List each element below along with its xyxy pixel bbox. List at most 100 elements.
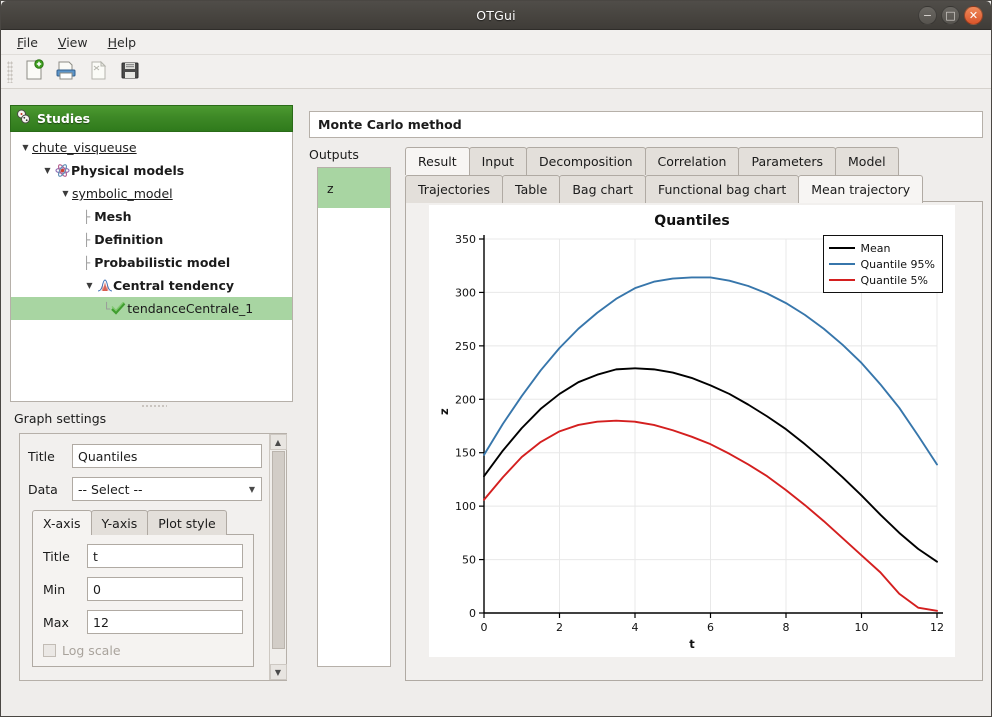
legend-entry-mean: Mean (829, 240, 935, 256)
tree-item-chute-visqueuse[interactable]: ▼ chute_visqueuse (11, 136, 292, 159)
tree-item-tendance-centrale-1[interactable]: └ tendanceCentrale_1 (11, 297, 292, 320)
branch-guide-icon: └ (103, 302, 110, 316)
axis-max-input[interactable]: 12 (87, 610, 243, 634)
tree-label-central-tendency: Central tendency (113, 278, 234, 293)
menu-bar: File View Help (1, 30, 991, 55)
tree-label-symbolic-model: symbolic_model (72, 186, 173, 201)
axis-min-label: Min (43, 582, 87, 597)
svg-text:200: 200 (455, 393, 476, 406)
tree-item-physical-models[interactable]: ▼ Physical models (11, 159, 292, 182)
chevron-down-icon: ▼ (249, 485, 255, 494)
graph-settings-scrollbar[interactable]: ▲ ▼ (269, 434, 286, 680)
tree-item-central-tendency[interactable]: ▼ Central tendency (11, 274, 292, 297)
chevron-down-icon[interactable]: ▼ (83, 281, 96, 290)
legend-label-quantile5: Quantile 5% (861, 274, 928, 287)
tab-y-axis[interactable]: Y-axis (91, 510, 149, 535)
minimize-button[interactable]: − (918, 6, 937, 25)
legend-swatch-mean (829, 247, 855, 250)
chart-legend: Mean Quantile 95% Quantile 5% (823, 235, 943, 293)
tree-item-definition[interactable]: ├ Definition (11, 228, 292, 251)
tree-label-mesh: Mesh (94, 209, 131, 224)
tab-model[interactable]: Model (835, 147, 899, 175)
tree-item-probabilistic-model[interactable]: ├ Probabilistic model (11, 251, 292, 274)
tab-plot-style[interactable]: Plot style (147, 510, 227, 535)
svg-text:4: 4 (632, 621, 639, 634)
scroll-up-icon[interactable]: ▲ (270, 434, 287, 450)
outputs-list[interactable]: z (317, 167, 391, 667)
tab-parameters[interactable]: Parameters (738, 147, 836, 175)
splitter-handle[interactable] (141, 404, 167, 409)
title-bar: OTGui − □ ✕ (1, 1, 991, 30)
open-study-button[interactable] (51, 58, 81, 86)
tree-label-definition: Definition (94, 232, 163, 247)
tab-decomposition[interactable]: Decomposition (526, 147, 646, 175)
svg-text:350: 350 (455, 233, 476, 246)
tab-functional-bag-chart[interactable]: Functional bag chart (645, 175, 799, 203)
svg-text:2: 2 (556, 621, 563, 634)
svg-text:0: 0 (481, 621, 488, 634)
new-study-icon (24, 59, 44, 84)
plot-canvas[interactable]: Quantiles z t 05010015020025030035002468… (429, 205, 955, 657)
graph-data-select[interactable]: -- Select -- ▼ (72, 477, 262, 501)
window-title: OTGui (476, 8, 516, 23)
chevron-down-icon[interactable]: ▼ (19, 143, 32, 152)
legend-label-quantile95: Quantile 95% (861, 258, 935, 271)
tree-item-mesh[interactable]: ├ Mesh (11, 205, 292, 228)
tree-item-symbolic-model[interactable]: ▼ symbolic_model (11, 182, 292, 205)
menu-view-rest: iew (66, 35, 87, 50)
atom-icon (54, 163, 71, 178)
menu-item-file[interactable]: File (9, 32, 46, 53)
svg-text:0: 0 (469, 607, 476, 620)
import-icon (88, 59, 108, 84)
tab-bag-chart[interactable]: Bag chart (559, 175, 646, 203)
application-window: OTGui − □ ✕ File View Help (0, 0, 992, 717)
graph-title-row: Title Quantiles (28, 444, 262, 468)
log-scale-row[interactable]: Log scale (43, 643, 243, 658)
import-button[interactable] (83, 58, 113, 86)
list-item[interactable]: z (318, 168, 390, 208)
tab-input[interactable]: Input (469, 147, 527, 175)
axis-title-label: Title (43, 549, 87, 564)
plot-pane: Quantiles z t 05010015020025030035002468… (405, 201, 983, 681)
close-button[interactable]: ✕ (964, 6, 983, 25)
toolbar-grip[interactable] (7, 61, 13, 83)
graph-title-input[interactable]: Quantiles (72, 444, 262, 468)
svg-text:50: 50 (462, 554, 476, 567)
tab-correlation[interactable]: Correlation (645, 147, 740, 175)
svg-text:8: 8 (783, 621, 790, 634)
log-scale-checkbox[interactable] (43, 644, 56, 657)
tree-label-study: chute_visqueuse (32, 140, 137, 155)
scroll-down-icon[interactable]: ▼ (270, 664, 287, 680)
outputs-label: Outputs (309, 147, 359, 162)
axis-title-input[interactable]: t (87, 544, 243, 568)
tab-mean-trajectory[interactable]: Mean trajectory (798, 175, 923, 203)
legend-entry-quantile5: Quantile 5% (829, 272, 935, 288)
branch-guide-icon: ├ (83, 233, 90, 247)
svg-text:12: 12 (930, 621, 944, 634)
axis-tabs: X-axis Y-axis Plot style (32, 510, 262, 535)
tree-label-probabilistic-model: Probabilistic model (94, 255, 230, 270)
new-study-button[interactable] (19, 58, 49, 86)
tree-label-tendance-centrale: tendanceCentrale_1 (127, 301, 253, 316)
menu-item-view[interactable]: View (50, 32, 96, 53)
tab-table[interactable]: Table (502, 175, 560, 203)
menu-item-help[interactable]: Help (100, 32, 145, 53)
studies-header-label: Studies (37, 111, 90, 126)
tab-result[interactable]: Result (405, 147, 470, 175)
method-title: Monte Carlo method (309, 111, 983, 138)
scrollbar-thumb[interactable] (272, 451, 285, 649)
primary-tab-bar: Result Input Decomposition Correlation P… (405, 147, 898, 175)
studies-tree[interactable]: ▼ chute_visqueuse ▼ Physical models ▼ sy… (10, 132, 293, 402)
tab-trajectories[interactable]: Trajectories (405, 175, 503, 203)
studies-header[interactable]: Studies (10, 105, 293, 132)
tab-x-axis[interactable]: X-axis (32, 510, 92, 535)
graph-settings-panel: Title Quantiles Data -- Select -- ▼ X-ax… (19, 433, 287, 681)
axis-min-input[interactable]: 0 (87, 577, 243, 601)
maximize-button[interactable]: □ (941, 6, 960, 25)
graph-data-value: -- Select -- (78, 482, 143, 497)
menu-help-rest: elp (117, 35, 136, 50)
chevron-down-icon[interactable]: ▼ (41, 166, 54, 175)
chart-ylabel: z (437, 408, 451, 415)
save-button[interactable] (115, 58, 145, 86)
chevron-down-icon[interactable]: ▼ (59, 189, 72, 198)
